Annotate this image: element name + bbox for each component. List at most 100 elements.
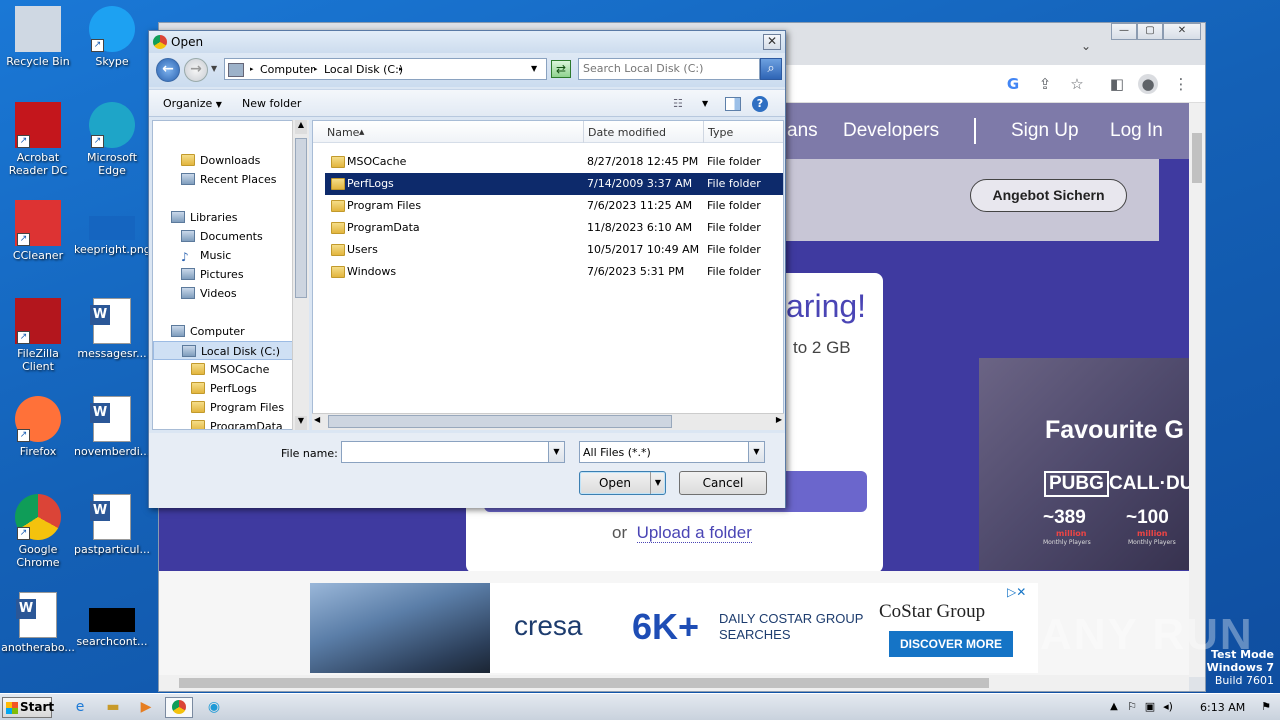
ie-taskbar-icon[interactable]: e — [66, 697, 94, 718]
address-breadcrumb[interactable]: ▸ Computer ▸ Local Disk (C:) ▸ ▼ — [224, 58, 547, 80]
action-center-icon[interactable]: ⚐ — [1124, 697, 1140, 718]
breadcrumb-local-disk[interactable]: Local Disk (C:) — [324, 63, 403, 76]
preview-pane-icon[interactable] — [725, 97, 741, 111]
close-window-button[interactable]: ✕ — [1163, 23, 1201, 40]
dialog-close-button[interactable]: ✕ — [763, 34, 781, 50]
desktop-icon[interactable]: ↗ Firefox — [0, 396, 76, 458]
history-dropdown-icon[interactable]: ▼ — [211, 64, 217, 73]
vscroll-thumb[interactable] — [1192, 133, 1202, 183]
file-row[interactable]: MSOCache 8/27/2018 12:45 PM File folder — [325, 151, 783, 173]
view-dropdown-icon[interactable]: ▼ — [702, 99, 708, 108]
profile-avatar-icon[interactable]: ● — [1138, 74, 1158, 94]
desktop-icon[interactable]: keepright.png — [74, 200, 151, 256]
side-panel-icon[interactable]: ◧ — [1107, 74, 1127, 94]
breadcrumb-chevron-icon[interactable]: ▸ — [314, 65, 318, 73]
show-hidden-icons-icon[interactable]: ▲ — [1106, 697, 1122, 718]
hscroll-thumb[interactable] — [179, 678, 989, 688]
new-folder-button[interactable]: New folder — [242, 97, 301, 110]
desktop-icon[interactable]: ↗ FileZilla Client — [0, 298, 76, 373]
breadcrumb-chevron-icon[interactable]: ▸ — [399, 65, 403, 73]
file-row[interactable]: PerfLogs 7/14/2009 3:37 AM File folder — [325, 173, 783, 195]
desktop-icon[interactable]: Wmessagesr... — [74, 298, 150, 360]
menu-kebab-icon[interactable]: ⋮ — [1171, 74, 1191, 94]
nav-tree-item[interactable]: PerfLogs — [191, 379, 257, 398]
column-type[interactable]: Type — [708, 126, 733, 139]
upload-folder-link[interactable]: Upload a folder — [636, 523, 752, 543]
open-button[interactable]: Open ▼ — [579, 471, 666, 495]
media-player-taskbar-icon[interactable]: ▶ — [132, 697, 160, 718]
chrome-taskbar-button[interactable] — [165, 697, 193, 718]
nav-tree-item[interactable]: ♪ Music — [181, 246, 231, 265]
file-row[interactable]: Windows 7/6/2023 5:31 PM File folder — [325, 261, 783, 283]
file-name-dropdown-icon[interactable]: ▼ — [548, 442, 564, 462]
file-name-input[interactable] — [345, 445, 545, 458]
edge-taskbar-icon[interactable]: ◉ — [200, 697, 228, 718]
file-row[interactable]: Users 10/5/2017 10:49 AM File folder — [325, 239, 783, 261]
nav-pane-scrollbar[interactable]: ▲ ▼ — [292, 120, 309, 430]
desktop-icon[interactable]: ↗ Google Chrome — [0, 494, 76, 569]
page-vertical-scrollbar[interactable] — [1189, 103, 1205, 677]
nav-scroll-thumb[interactable] — [295, 138, 307, 298]
network-icon[interactable]: ▣ — [1142, 697, 1158, 718]
nav-tree-item[interactable]: Libraries — [171, 208, 238, 227]
nav-tree-item[interactable]: MSOCache — [191, 360, 269, 379]
nav-tree-item[interactable]: Computer — [171, 322, 245, 341]
forward-button[interactable]: → — [184, 58, 208, 82]
desktop-icon[interactable]: ↗ Acrobat Reader DC — [0, 102, 76, 177]
scroll-down-icon[interactable]: ▼ — [295, 416, 307, 430]
file-row[interactable]: ProgramData 11/8/2023 6:10 AM File folder — [325, 217, 783, 239]
page-horizontal-scrollbar[interactable] — [159, 675, 1189, 691]
file-type-dropdown-icon[interactable]: ▼ — [748, 442, 764, 462]
desktop-icon[interactable]: Wnovemberdi... — [74, 396, 150, 458]
nav-tree-item[interactable]: Local Disk (C:) — [153, 341, 293, 360]
scroll-left-icon[interactable]: ◀ — [314, 415, 320, 424]
nav-tree-item[interactable]: Videos — [181, 284, 237, 303]
system-clock[interactable]: 6:13 AM — [1200, 701, 1245, 714]
column-separator[interactable] — [703, 121, 704, 143]
bookmark-star-icon[interactable]: ☆ — [1067, 74, 1087, 94]
breadcrumb-chevron-icon[interactable]: ▸ — [250, 65, 254, 73]
volume-icon[interactable]: ◂) — [1160, 697, 1176, 718]
nav-item-login[interactable]: Log In — [1110, 120, 1163, 142]
ad-choices-icon[interactable]: ▷✕ — [1007, 585, 1026, 599]
tab-search-chevron-icon[interactable]: ⌄ — [1081, 39, 1091, 53]
cancel-button[interactable]: Cancel — [679, 471, 767, 495]
maximize-button[interactable]: ▢ — [1137, 23, 1163, 40]
show-desktop-flag-icon[interactable]: ⚑ — [1258, 697, 1274, 718]
organize-menu[interactable]: Organize ▼ — [163, 97, 222, 110]
nav-item-developers[interactable]: Developers — [843, 120, 939, 142]
search-icon[interactable]: ⌕ — [760, 58, 782, 80]
nav-tree-item[interactable]: ProgramData — [191, 417, 283, 429]
start-button[interactable]: Start — [2, 697, 54, 718]
list-hscroll-thumb[interactable] — [328, 415, 672, 428]
search-box[interactable] — [578, 58, 760, 80]
desktop-icon[interactable]: ↗ Microsoft Edge — [74, 102, 150, 177]
column-name[interactable]: Name — [327, 126, 359, 139]
desktop-icon[interactable]: ↗ CCleaner — [0, 200, 76, 262]
scroll-up-icon[interactable]: ▲ — [295, 120, 307, 134]
desktop-icon[interactable]: Wpastparticul... — [74, 494, 150, 556]
nav-item-plans[interactable]: ans — [787, 120, 818, 142]
nav-tree-item[interactable]: Program Files — [191, 398, 284, 417]
nav-tree-item[interactable]: Recent Places — [181, 170, 277, 189]
refresh-icon[interactable]: ⇄ — [551, 60, 571, 78]
angebot-sichern-button[interactable]: Angebot Sichern — [970, 179, 1127, 212]
file-name-combobox[interactable]: ▼ — [341, 441, 565, 463]
desktop-icon[interactable]: Recycle Bin — [0, 6, 76, 68]
file-row[interactable]: Program Files 7/6/2023 11:25 AM File folde… — [325, 195, 783, 217]
search-input[interactable] — [583, 62, 753, 75]
column-separator[interactable] — [583, 121, 584, 143]
desktop-icon[interactable]: searchcont... — [74, 592, 150, 648]
desktop-icon[interactable]: ↗ Skype — [74, 6, 150, 68]
minimize-button[interactable]: — — [1111, 23, 1137, 40]
explorer-taskbar-icon[interactable]: ▬ — [99, 697, 127, 718]
breadcrumb-computer[interactable]: Computer — [260, 63, 315, 76]
desktop-icon[interactable]: Wanotherabo... — [0, 592, 76, 654]
back-button[interactable]: ← — [156, 58, 180, 82]
file-list-hscrollbar[interactable]: ◀ ▶ — [312, 413, 784, 430]
nav-item-signup[interactable]: Sign Up — [1011, 120, 1079, 142]
address-dropdown-icon[interactable]: ▼ — [531, 64, 537, 73]
scroll-right-icon[interactable]: ▶ — [776, 415, 782, 424]
change-view-icon[interactable]: ☷ — [673, 97, 683, 110]
google-lens-icon[interactable]: G — [1003, 74, 1023, 94]
